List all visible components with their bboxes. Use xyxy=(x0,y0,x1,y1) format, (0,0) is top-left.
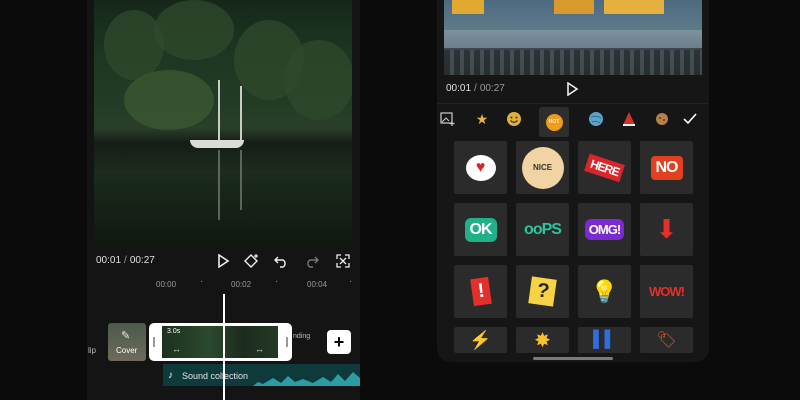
selected-video-clip[interactable]: 3.0s ↔ ↔ xyxy=(149,323,292,361)
party-hat-icon[interactable] xyxy=(620,110,638,128)
cover-button[interactable]: ✎ Cover xyxy=(108,323,146,361)
clip-trim-handle-left[interactable] xyxy=(153,337,155,347)
timeline-playhead[interactable] xyxy=(223,294,225,400)
edit-pencil-icon: ✎ xyxy=(121,330,131,342)
plus-icon: + xyxy=(333,331,345,352)
undo-icon[interactable] xyxy=(273,253,289,269)
home-indicator xyxy=(533,357,613,360)
star-icon[interactable]: ★ xyxy=(473,110,491,128)
heart-bubble-sticker[interactable]: ♥ xyxy=(454,141,507,194)
image-add-icon[interactable] xyxy=(439,110,457,128)
sticker-timecode: 00:01 / 00:27 xyxy=(446,83,505,94)
ruler-tick: 00:00 xyxy=(156,280,177,289)
blue-bars-sticker[interactable]: ▌▌ xyxy=(578,327,631,353)
total-time: 00:27 xyxy=(129,255,155,266)
current-time: 00:01 xyxy=(446,83,472,94)
previous-clip-label: lip xyxy=(88,346,97,355)
sailboat xyxy=(190,140,244,148)
clip-trim-handle-right[interactable] xyxy=(286,337,288,347)
video-preview-thumbnail[interactable] xyxy=(444,0,702,75)
clip-duration: 3.0s xyxy=(167,328,181,335)
total-time: 00:27 xyxy=(479,83,505,94)
sticker-picker-screen: 00:01 / 00:27 ★ HOT ♥ NICE HERE NO OK oo… xyxy=(437,0,709,362)
ruler-tick: 00:04 xyxy=(307,280,328,289)
light-bulb-sticker[interactable]: 💡 xyxy=(578,265,631,318)
ok-sticker[interactable]: OK xyxy=(454,203,507,256)
cookie-icon[interactable] xyxy=(653,110,671,128)
current-time: 00:01 xyxy=(96,255,122,266)
transition-right-icon[interactable]: ↔ xyxy=(255,344,264,354)
add-clip-button[interactable]: + xyxy=(327,330,351,354)
burst-sticker[interactable]: ✸ xyxy=(516,327,569,353)
hot-badge: HOT xyxy=(545,113,563,131)
no-sticker[interactable]: NO xyxy=(640,141,693,194)
keyframe-icon[interactable] xyxy=(242,253,260,269)
play-icon[interactable] xyxy=(564,81,580,97)
omg-sticker[interactable]: OMG! xyxy=(578,203,631,256)
ruler-tick: 00:02 xyxy=(231,280,252,289)
yellow-house xyxy=(452,0,484,14)
hot-icon[interactable]: HOT xyxy=(539,107,569,137)
smiley-icon[interactable] xyxy=(505,110,523,128)
play-icon[interactable] xyxy=(215,253,231,269)
editor-timecode: 00:01 / 00:27 xyxy=(96,255,155,266)
cover-label: Cover xyxy=(116,346,138,355)
oops-sticker[interactable]: ooPS xyxy=(516,203,569,256)
tag-sticker[interactable]: 🏷 xyxy=(640,327,693,353)
transition-left-icon[interactable]: ↔ xyxy=(172,344,181,354)
next-clip-label: nding xyxy=(293,333,311,340)
nice-thumbs-sticker[interactable]: NICE xyxy=(516,141,569,194)
clip-thumbnails: 3.0s ↔ ↔ xyxy=(162,326,278,358)
video-preview[interactable] xyxy=(94,0,352,246)
music-note-icon: ♪ xyxy=(168,370,173,381)
globe-icon[interactable] xyxy=(587,110,605,128)
lightning-sticker[interactable]: ⚡ xyxy=(454,327,507,353)
here-arrow-sticker[interactable]: HERE xyxy=(578,141,631,194)
fullscreen-icon[interactable] xyxy=(335,253,351,269)
audio-track-label: Sound collection xyxy=(182,371,249,381)
down-arrow-sticker[interactable]: ⬇ xyxy=(640,203,693,256)
exclamation-sticker[interactable]: ! xyxy=(454,265,507,318)
redo-icon[interactable] xyxy=(304,253,320,269)
wow-sticker[interactable]: WOW! xyxy=(640,265,693,318)
video-editor-screen: 00:01 / 00:27 00:00 · 00:02 · 00:04 · li… xyxy=(87,0,360,400)
question-sticker[interactable]: ? xyxy=(516,265,569,318)
audio-track[interactable]: ♪ Sound collection xyxy=(163,364,360,386)
checkmark-icon[interactable] xyxy=(681,110,699,128)
timeline-ruler: 00:00 · 00:02 · 00:04 · xyxy=(156,276,353,289)
